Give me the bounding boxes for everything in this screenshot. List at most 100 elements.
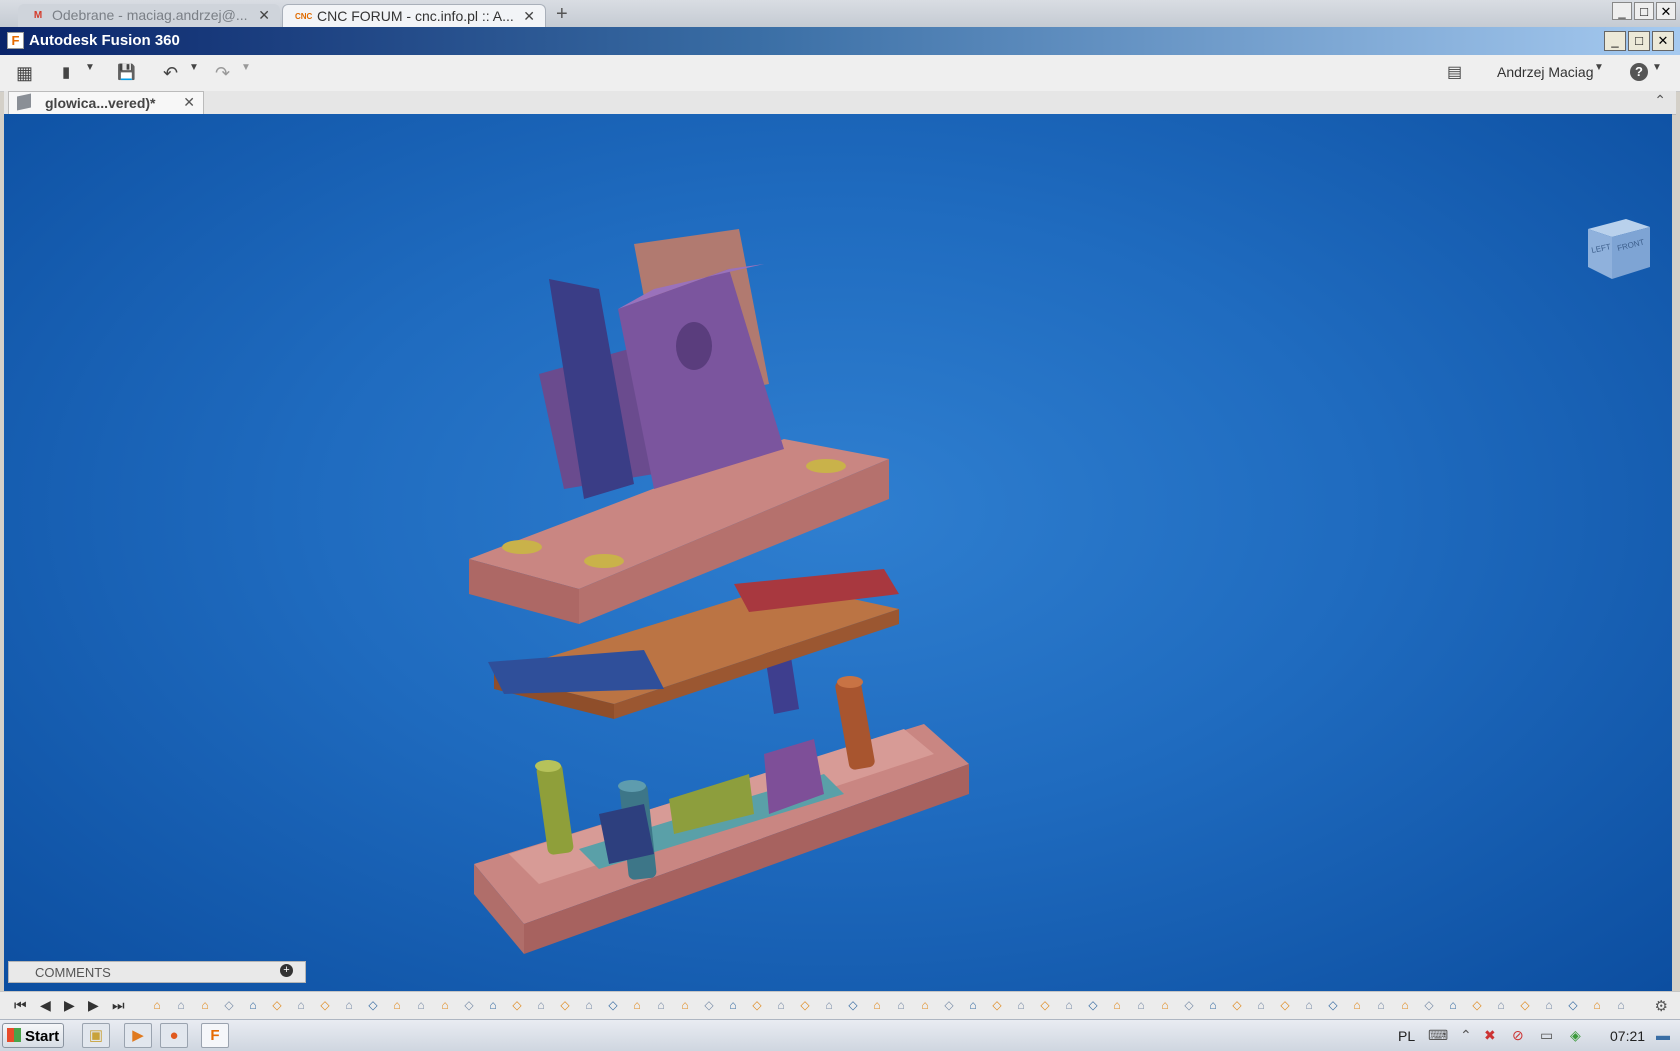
collapse-icon[interactable]: ⌃	[1654, 92, 1666, 109]
timeline-feature-icon[interactable]: ⌂	[414, 998, 428, 1012]
timeline-feature-icon[interactable]: ⌂	[1254, 998, 1268, 1012]
timeline-feature-icon[interactable]: ⌂	[1590, 998, 1604, 1012]
timeline-feature-icon[interactable]: ◇	[702, 998, 716, 1012]
timeline-feature-icon[interactable]: ◇	[1326, 998, 1340, 1012]
help-icon[interactable]: ?	[1630, 63, 1648, 81]
timeline-feature-icon[interactable]: ⌂	[774, 998, 788, 1012]
guide-post-green[interactable]	[535, 760, 574, 855]
timeline-feature-icon[interactable]: ⌂	[1446, 998, 1460, 1012]
timeline-feature-icon[interactable]: ⌂	[1206, 998, 1220, 1012]
assembly-model[interactable]	[4, 114, 1672, 991]
close-icon[interactable]: ✕	[523, 5, 535, 27]
timeline-feature-icon[interactable]: ◇	[990, 998, 1004, 1012]
timeline-feature-icon[interactable]: ⌂	[654, 998, 668, 1012]
timeline-feature-icon[interactable]: ⌂	[1110, 998, 1124, 1012]
timeline-feature-icon[interactable]: ◇	[1518, 998, 1532, 1012]
timeline-feature-icon[interactable]: ⌂	[966, 998, 980, 1012]
timeline-feature-icon[interactable]: ⌂	[1302, 998, 1316, 1012]
timeline-feature-icon[interactable]: ⌂	[438, 998, 452, 1012]
timeline-feature-icon[interactable]: ⌂	[822, 998, 836, 1012]
3d-viewport[interactable]: LEFT FRONT COMMENTS +	[4, 114, 1672, 991]
timeline-feature-icon[interactable]: ⌂	[1494, 998, 1508, 1012]
maximize-button[interactable]: □	[1628, 31, 1650, 51]
close-button[interactable]: ✕	[1652, 31, 1674, 51]
timeline-feature-icon[interactable]: ◇	[1422, 998, 1436, 1012]
add-comment-icon[interactable]: +	[280, 964, 293, 977]
timeline-feature-icon[interactable]: ◇	[222, 998, 236, 1012]
outer-restore-button[interactable]: □	[1634, 2, 1654, 20]
start-button[interactable]: Start	[2, 1023, 64, 1048]
timeline-feature-icon[interactable]: ⌂	[294, 998, 308, 1012]
timeline-feature-icon[interactable]: ⌂	[630, 998, 644, 1012]
timeline-feature-icon[interactable]: ◇	[942, 998, 956, 1012]
timeline-feature-icon[interactable]: ◇	[750, 998, 764, 1012]
timeline-feature-icon[interactable]: ◇	[366, 998, 380, 1012]
timeline-feature-icon[interactable]: ⌂	[678, 998, 692, 1012]
timeline-feature-icon[interactable]: ◇	[1566, 998, 1580, 1012]
timeline-feature-icon[interactable]: ◇	[462, 998, 476, 1012]
browser-tab-gmail[interactable]: M Odebrane - maciag.andrzej@... ✕	[18, 4, 280, 27]
timeline-feature-icon[interactable]: ◇	[318, 998, 332, 1012]
media-player-icon[interactable]: ▶	[124, 1023, 152, 1048]
close-icon[interactable]: ✕	[183, 94, 195, 111]
timeline-feature-icon[interactable]: ◇	[1278, 998, 1292, 1012]
show-desktop-icon[interactable]: ▬	[1656, 1027, 1670, 1043]
timeline-feature-icon[interactable]: ⌂	[1062, 998, 1076, 1012]
file-menu-icon[interactable]: ▮	[62, 61, 70, 85]
redo-icon[interactable]: ↷	[215, 61, 230, 85]
timeline-feature-icon[interactable]: ◇	[798, 998, 812, 1012]
mounting-bracket[interactable]	[539, 229, 784, 499]
timeline-feature-icon[interactable]: ⌂	[582, 998, 596, 1012]
comments-panel[interactable]: COMMENTS +	[8, 961, 306, 983]
timeline-feature-icon[interactable]: ◇	[1086, 998, 1100, 1012]
timeline-feature-icon[interactable]: ⌂	[918, 998, 932, 1012]
timeline-feature-icon[interactable]: ⌂	[1614, 998, 1628, 1012]
timeline-feature-icon[interactable]: ⌂	[1014, 998, 1028, 1012]
timeline-last-button[interactable]: ⏭	[112, 997, 125, 1014]
timeline-feature-icon[interactable]: ⌂	[1350, 998, 1364, 1012]
timeline-feature-icon[interactable]: ◇	[606, 998, 620, 1012]
timeline-feature-icon[interactable]: ⌂	[1398, 998, 1412, 1012]
chevron-down-icon[interactable]: ▼	[85, 62, 95, 73]
network-icon[interactable]: ◈	[1570, 1027, 1581, 1044]
timeline-play-button[interactable]: ▶	[64, 997, 75, 1014]
network-error-icon[interactable]: ✖	[1484, 1027, 1496, 1044]
timeline-feature-icon[interactable]: ⌂	[174, 998, 188, 1012]
timeline-feature-icon[interactable]: ⌂	[534, 998, 548, 1012]
undo-icon[interactable]: ↶	[163, 61, 178, 85]
timeline-feature-icon[interactable]: ◇	[270, 998, 284, 1012]
timeline-feature-icon[interactable]: ⌂	[1542, 998, 1556, 1012]
timeline-feature-icon[interactable]: ⌂	[1374, 998, 1388, 1012]
document-tab[interactable]: glowica...vered)* ✕	[8, 91, 204, 114]
timeline-feature-icon[interactable]: ⌂	[1134, 998, 1148, 1012]
browser-tab-cnc-forum[interactable]: CNC CNC FORUM - cnc.info.pl :: A... ✕	[282, 4, 546, 27]
timeline-feature-icon[interactable]: ⌂	[486, 998, 500, 1012]
fusion-taskbar-icon[interactable]: F	[201, 1023, 229, 1048]
timeline-feature-icon[interactable]: ⌂	[246, 998, 260, 1012]
data-panel-grid-icon[interactable]: ▦	[16, 61, 33, 85]
keyboard-icon[interactable]: ⌨	[1428, 1027, 1448, 1044]
chevron-down-icon[interactable]: ▼	[189, 62, 199, 73]
timeline-feature-icon[interactable]: ⌂	[390, 998, 404, 1012]
user-account-menu[interactable]: Andrzej Maciag	[1497, 64, 1594, 80]
display-icon[interactable]: ▭	[1540, 1027, 1553, 1044]
timeline-prev-button[interactable]: ◀	[40, 997, 51, 1014]
outer-minimize-button[interactable]: _	[1612, 2, 1632, 20]
timeline-feature-icon[interactable]: ⌂	[342, 998, 356, 1012]
new-tab-button[interactable]: +	[556, 3, 568, 26]
chevron-down-icon[interactable]: ▼	[1652, 62, 1662, 73]
timeline-feature-icon[interactable]: ⌂	[726, 998, 740, 1012]
minimize-button[interactable]: _	[1604, 31, 1626, 51]
explorer-icon[interactable]: ▣	[82, 1023, 110, 1048]
gear-icon[interactable]: ⚙	[1655, 997, 1668, 1015]
timeline-feature-icon[interactable]: ◇	[1182, 998, 1196, 1012]
blue-block[interactable]	[599, 804, 654, 864]
timeline-feature-icon[interactable]: ⌂	[198, 998, 212, 1012]
volume-muted-icon[interactable]: ⊘	[1512, 1027, 1524, 1044]
timeline-next-button[interactable]: ▶	[88, 997, 99, 1014]
timeline-feature-icon[interactable]: ◇	[1470, 998, 1484, 1012]
timeline-feature-icon[interactable]: ⌂	[150, 998, 164, 1012]
timeline-feature-icon[interactable]: ◇	[1230, 998, 1244, 1012]
chevron-down-icon[interactable]: ▼	[1594, 62, 1604, 73]
close-icon[interactable]: ✕	[258, 4, 270, 27]
